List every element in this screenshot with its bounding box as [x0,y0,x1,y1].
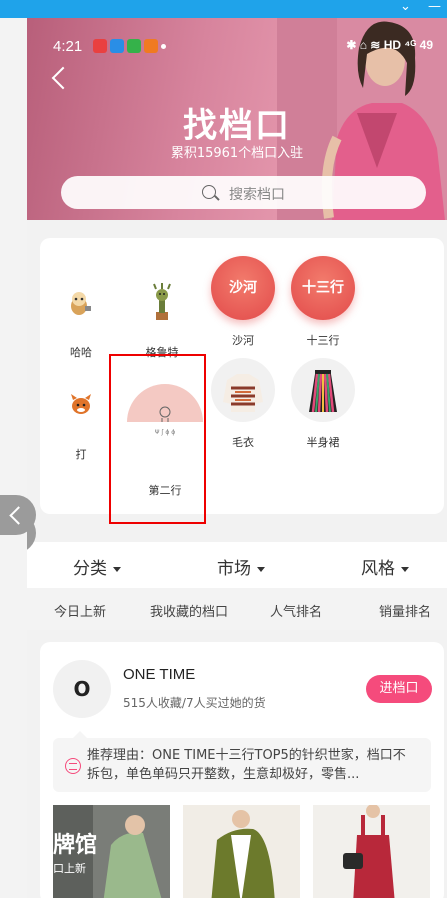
grid-item-label: 打 [75,448,87,461]
search-icon [202,185,216,199]
left-strip [0,18,27,898]
grid-item-skirt[interactable]: 半身裙 [288,358,358,450]
grid-item-label: 十三行 [306,334,340,347]
product-photo[interactable]: 牌馆 口上新 [53,805,170,898]
dropdown-arrow-icon [113,566,121,572]
back-arrow-icon[interactable] [51,66,75,90]
photo-overlay-text: 牌馆 [53,833,98,858]
grid-item-label: 沙河 [232,334,254,347]
shop-stats: 515人收藏/7人买过她的货 [123,696,266,710]
recommend-text: 推荐理由：ONE TIME十三行TOP5的针织世家，档口不拆包，单色单码只开整数… [87,748,406,782]
sort-tabs: 今日上新 我收藏的档口 人气排名 销量排名 [27,588,447,630]
grid-item-groot[interactable]: 格鲁特 [127,272,197,360]
filter-bar: 分类 市场 风格 [27,542,447,588]
notification-icons [93,39,166,53]
filter-category[interactable]: 分类 [73,554,121,579]
dot-icon [161,44,166,49]
filter-market[interactable]: 市场 [217,554,265,579]
app-notification-icon [93,39,107,53]
grid-item-da[interactable]: 打 [46,374,116,462]
cartoon-avatar-icon [49,272,113,336]
shop-card[interactable]: O ONE TIME 515人收藏/7人买过她的货 进档口 推荐理由：ONE T… [40,642,444,898]
app-notification-icon [127,39,141,53]
filter-label: 市场 [217,559,251,579]
status-indicators: ✱ ⌂ ≋ HD ⁴ᴳ 49 [346,38,433,52]
shisanhang-badge: 十三行 [291,256,355,320]
grid-item-label: 半身裙 [306,436,340,449]
grid-item-shisanhang[interactable]: 十三行 十三行 [288,256,358,348]
cartoon-fox-icon [49,374,113,438]
minimize-icon[interactable]: — [428,0,441,14]
tab-today-new[interactable]: 今日上新 [54,601,106,620]
tab-my-favorites[interactable]: 我收藏的档口 [150,601,228,620]
shahe-badge: 沙河 [211,256,275,320]
tab-popularity[interactable]: 人气排名 [270,601,322,620]
skirt-image [291,358,355,422]
photo-overlay-subtext: 口上新 [53,862,86,875]
system-top-bar: ⌄ — [0,0,447,18]
page-subtitle: 累积15961个档口入驻 [170,146,304,161]
page-title: 找档口 [183,106,291,146]
grid-item-haha[interactable]: 哈哈 [46,272,116,360]
tab-sales[interactable]: 销量排名 [379,601,431,620]
product-photo[interactable] [183,805,300,898]
chevron-down-icon[interactable]: ⌄ [400,0,411,14]
app-notification-icon [110,39,124,53]
filter-label: 风格 [361,559,395,579]
hero-banner: 4:21 ✱ ⌂ ≋ HD ⁴ᴳ 49 找档口 累积15961个档口入驻 搜索档… [27,18,447,220]
product-photos: 牌馆 口上新 [53,805,433,898]
recommend-reason: 推荐理由：ONE TIME十三行TOP5的针织世家，档口不拆包，单色单码只开整数… [53,731,431,792]
grid-item-label: 哈哈 [70,346,92,359]
recommend-icon [65,758,81,774]
chevron-left-icon [9,506,28,525]
enter-shop-button[interactable]: 进档口 [366,675,432,703]
status-time: 4:21 [53,38,83,55]
search-bar[interactable]: 搜索档口 [61,176,426,209]
category-grid: 哈哈 格鲁特 沙河 沙河 十三行 十三行 打 Ψ ʃ ɸ ɸ 第二行 毛衣 半身… [40,238,444,514]
app-screen: 4:21 ✱ ⌂ ≋ HD ⁴ᴳ 49 找档口 累积15961个档口入驻 搜索档… [27,18,447,898]
groot-icon [130,272,194,336]
shop-name: ONE TIME [123,666,196,683]
status-bar: 4:21 ✱ ⌂ ≋ HD ⁴ᴳ 49 [27,38,447,56]
filter-label: 分类 [73,559,107,579]
dropdown-arrow-icon [257,566,265,572]
sweater-image [211,358,275,422]
search-placeholder: 搜索档口 [229,187,285,203]
filter-style[interactable]: 风格 [361,554,409,579]
grid-item-shahe[interactable]: 沙河 沙河 [208,256,278,348]
selection-highlight-box [109,354,206,524]
app-notification-icon [144,39,158,53]
dropdown-arrow-icon [401,566,409,572]
product-photo[interactable] [313,805,430,898]
grid-item-sweater[interactable]: 毛衣 [208,358,278,450]
shop-logo: O [53,660,111,718]
grid-item-label: 毛衣 [232,436,254,449]
